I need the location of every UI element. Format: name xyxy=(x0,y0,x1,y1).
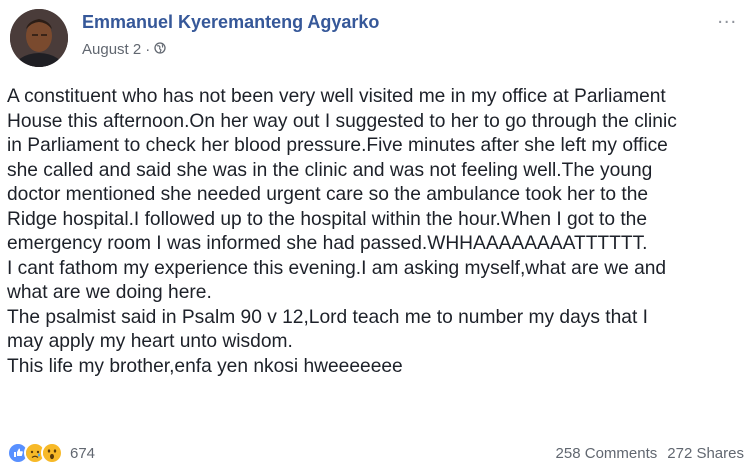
post-body-line: This life my brother,enfa yen nkosi hwee… xyxy=(7,355,403,377)
post-date[interactable]: August 2 xyxy=(82,41,141,58)
post-body-line: in Parliament to check her blood pressur… xyxy=(7,135,668,156)
engagement-stats: 258 Comments 272 Shares xyxy=(556,445,744,462)
post-body-line: Ridge hospital.I followed up to the hosp… xyxy=(7,208,647,230)
shares-count-link[interactable]: 272 Shares xyxy=(667,445,744,462)
post-body-line: emergency room I was informed she had pa… xyxy=(7,233,648,254)
post-body-line: House this afternoon.On her way out I su… xyxy=(7,110,677,132)
comments-count-link[interactable]: 258 Comments xyxy=(556,445,658,462)
post-meta: August 2 · xyxy=(82,41,166,58)
wow-icon xyxy=(41,442,63,464)
more-options-icon[interactable]: ... xyxy=(717,6,737,29)
author-name[interactable]: Emmanuel Kyeremanteng Agyarko xyxy=(82,12,379,33)
post-body-line: she called and said she was in the clini… xyxy=(7,159,653,181)
date-separator: · xyxy=(145,41,151,58)
globe-icon[interactable] xyxy=(154,41,166,58)
reactions-summary[interactable]: 674 xyxy=(7,442,95,464)
post-body-line: may apply my heart unto wisdom. xyxy=(7,331,293,352)
post-footer: 674 258 Comments 272 Shares xyxy=(7,441,744,465)
reaction-count[interactable]: 674 xyxy=(70,445,95,462)
post-body-line: The psalmist said in Psalm 90 v 12,Lord … xyxy=(7,306,648,328)
post-body-line: I cant fathom my experience this evening… xyxy=(7,257,667,279)
post-body: A constituent who has not been very well… xyxy=(7,85,745,379)
post-body-line: doctor mentioned she needed urgent care … xyxy=(7,184,649,205)
post-body-line: A constituent who has not been very well… xyxy=(7,86,666,107)
post-body-line: what are we doing here. xyxy=(7,282,212,303)
author-avatar[interactable] xyxy=(10,9,68,67)
